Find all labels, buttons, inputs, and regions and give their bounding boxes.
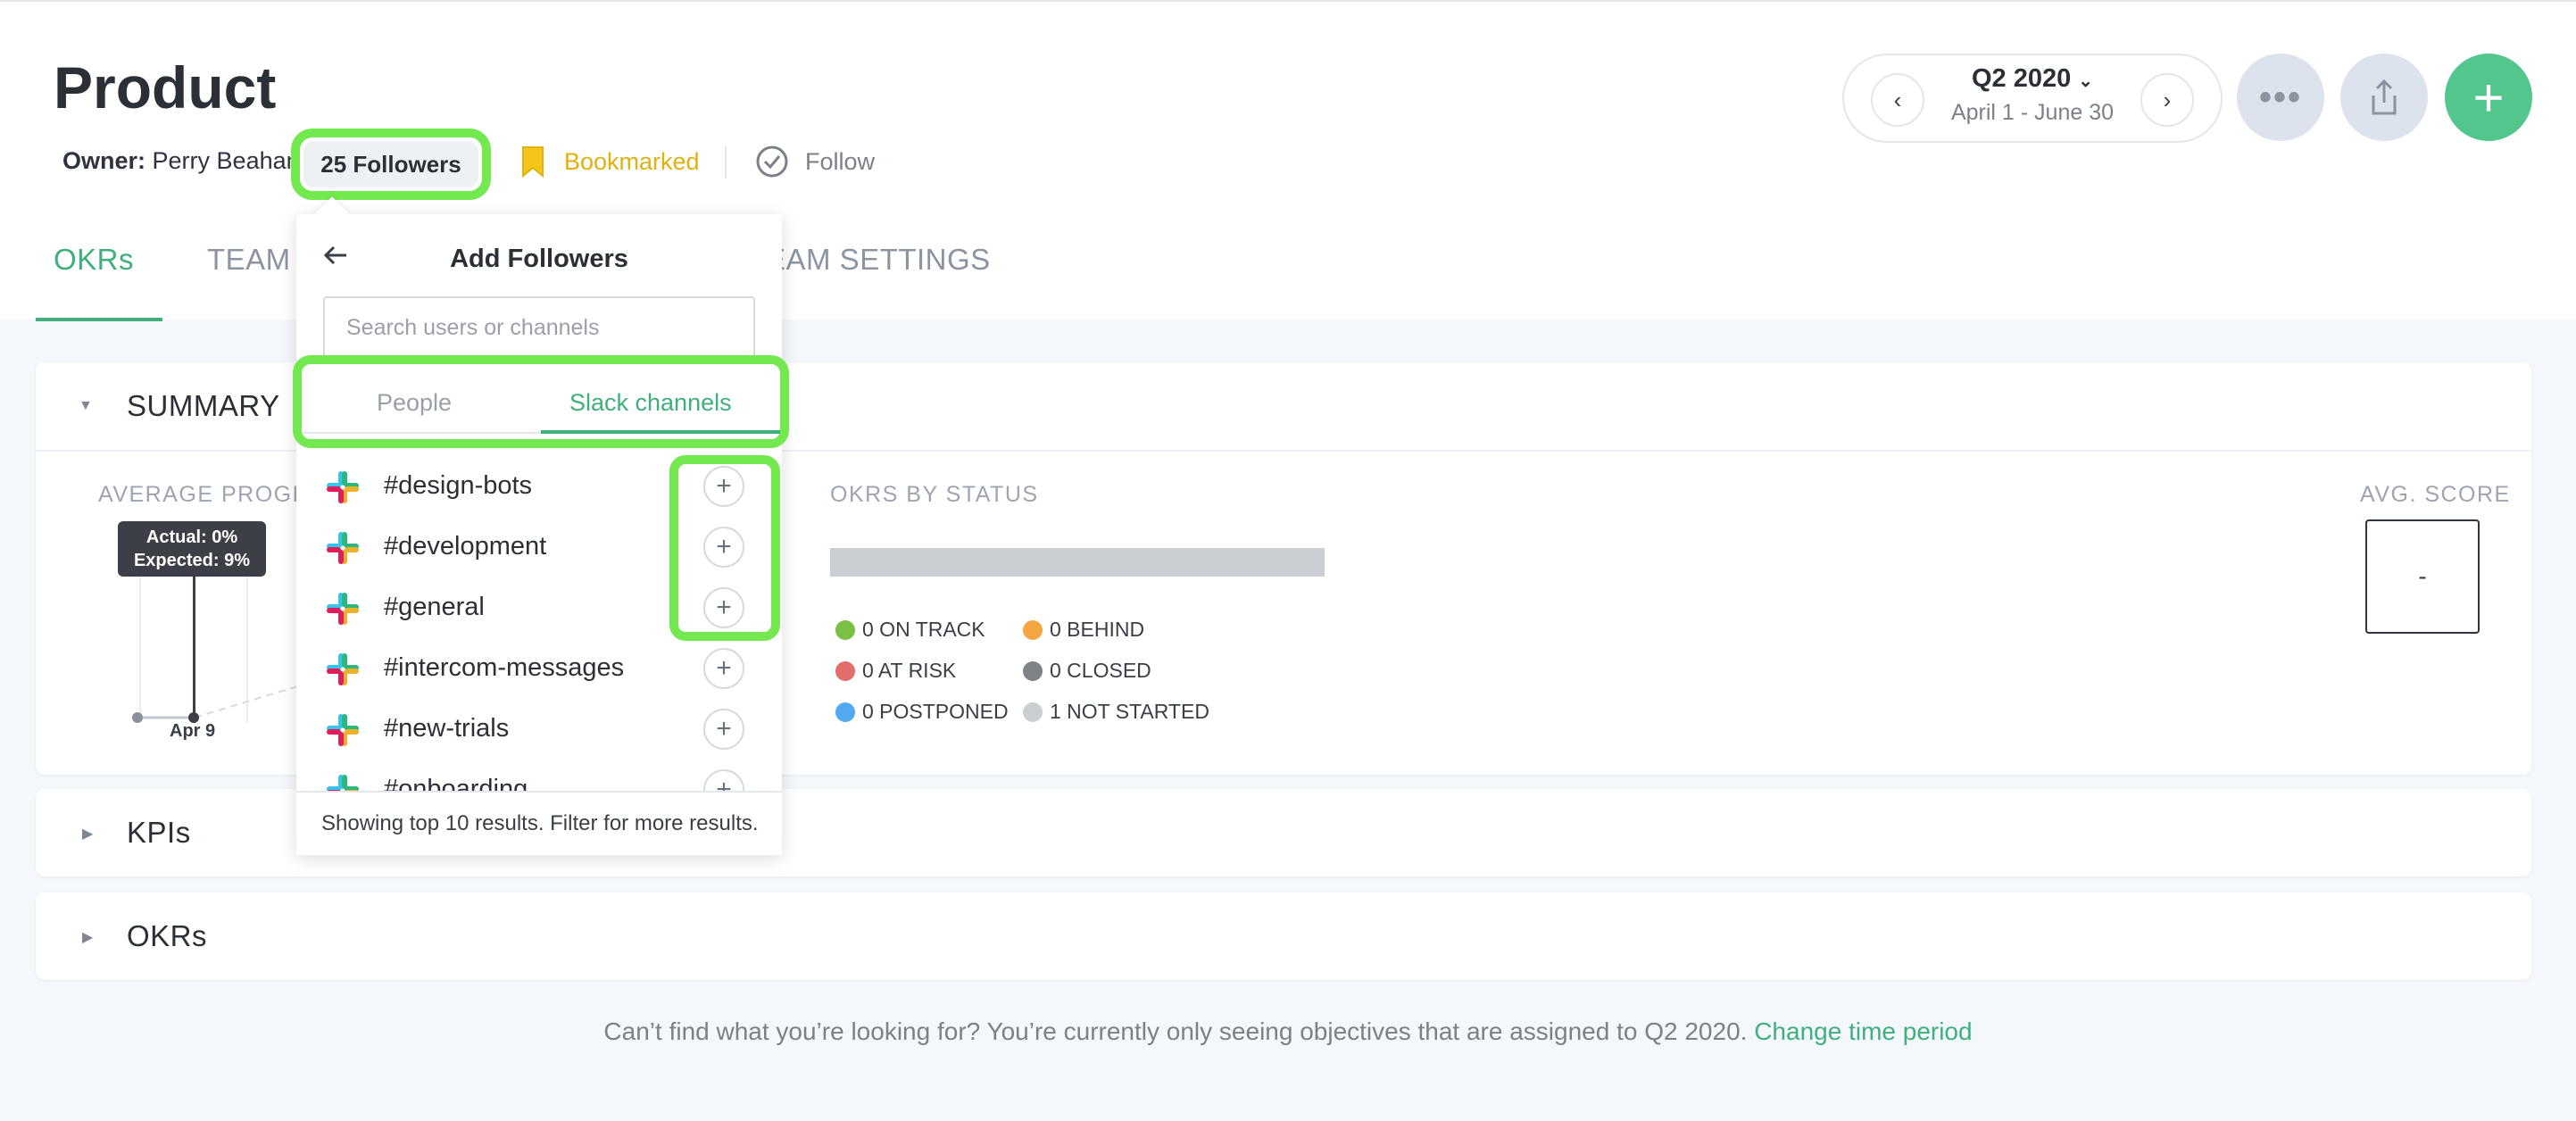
active-tab-indicator [36,318,162,321]
tab-people[interactable]: People [377,389,452,417]
add-channel-button[interactable]: + [703,709,744,750]
tooltip-expected: Expected: 9% [133,551,251,570]
slack-icon [327,714,359,746]
follower-type-tabs: People Slack channels [293,355,789,448]
caret-right-icon: ▶ [82,930,94,945]
chevron-right-icon[interactable]: › [2140,73,2194,127]
channel-name: #development [384,532,547,560]
legend-on-track: 0 ON TRACK [835,618,985,642]
plus-icon: + [2472,67,2505,128]
status-dot [1023,702,1043,722]
period-selector: ‹ Q2 2020 ⌄ April 1 - June 30 › [1842,54,2223,143]
more-options-button[interactable]: ••• [2237,54,2324,141]
add-channel-button[interactable]: + [703,769,744,791]
divider [725,146,727,179]
list-item: #new-trials + [296,698,782,759]
page-title: Product [54,54,277,120]
caret-down-icon: ▼ [79,398,93,413]
followers-button[interactable]: 25 Followers [291,129,491,200]
tab-team-settings[interactable]: EAM SETTINGS [766,243,991,277]
active-tab-indicator [541,430,780,434]
add-channel-button[interactable]: + [703,648,744,689]
slack-icon [327,775,359,791]
list-item: #intercom-messages + [296,637,782,698]
bottom-note-text: Can’t find what you’re looking for? You’… [603,1017,1748,1045]
owner-name: Perry Beahan [152,147,300,174]
channel-name: #onboarding [384,775,528,791]
average-progress-label: AVERAGE PROGR [98,482,311,507]
date-label: Apr 9 [170,721,216,741]
follow-button[interactable]: Follow [755,145,875,179]
tab-team[interactable]: TEAM [207,243,291,277]
share-icon [2372,79,2397,115]
avg-score-label: AVG. SCORE [2360,482,2511,507]
popover-title: Add Followers [450,245,628,273]
plus-icon: + [716,775,732,791]
plus-icon: + [716,714,732,743]
status-bar [830,548,1325,577]
bookmark-button[interactable]: Bookmarked [521,145,700,178]
popover-footer: Showing top 10 results. Filter for more … [296,791,782,855]
status-dot [835,702,855,722]
okrs-title: OKRs [127,919,208,952]
owner-info: Owner: Perry Beahan [62,147,300,175]
followers-label: 25 Followers [303,141,478,187]
caret-right-icon: ▶ [82,826,94,842]
search-input[interactable] [323,296,755,359]
ellipsis-icon: ••• [2258,77,2302,117]
status-dot [835,660,855,681]
follow-label: Follow [805,147,876,175]
back-arrow-icon[interactable] [321,241,350,278]
slack-icon [327,532,359,564]
channel-name: #design-bots [384,471,533,500]
status-dot [1023,619,1043,640]
progress-tooltip: Actual: 0% Expected: 9% [118,521,266,577]
okrs-by-status-label: OKRS BY STATUS [830,482,1039,507]
tab-slack-channels[interactable]: Slack channels [569,389,732,417]
legend-closed: 0 CLOSED [1023,659,1151,683]
slack-icon [327,471,359,503]
okrs-section[interactable]: ▶ OKRs [36,893,2531,980]
owner-label: Owner: [62,147,146,174]
summary-title: SUMMARY [127,389,280,422]
status-dot [835,619,855,640]
slack-icon [327,593,359,625]
channel-name: #general [384,593,485,621]
legend-postponed: 0 POSTPONED [835,700,1009,724]
progress-start-point [132,712,143,723]
channel-name: #intercom-messages [384,653,625,682]
legend-behind: 0 BEHIND [1023,618,1144,642]
change-time-period-link[interactable]: Change time period [1754,1017,1972,1045]
channel-name: #new-trials [384,714,510,743]
add-buttons-highlight [669,455,780,641]
avg-score-value: - [2365,519,2480,634]
legend-at-risk: 0 AT RISK [835,659,956,683]
tooltip-actual: Actual: 0% [145,527,238,547]
chevron-down-icon: ⌄ [2078,71,2094,91]
tab-okrs[interactable]: OKRs [54,243,134,277]
check-circle-icon [756,145,788,178]
add-button[interactable]: + [2445,54,2532,141]
legend-not-started: 1 NOT STARTED [1023,700,1209,724]
share-button[interactable] [2340,54,2428,141]
plus-icon: + [716,653,732,683]
bookmark-icon [522,146,544,178]
list-item: #onboarding + [296,759,782,791]
status-dot [1023,660,1043,681]
kpis-title: KPIs [127,816,191,849]
bookmark-label: Bookmarked [564,147,700,175]
slack-icon [327,653,359,685]
bottom-note: Can’t find what you’re looking for? You’… [0,1017,2576,1046]
